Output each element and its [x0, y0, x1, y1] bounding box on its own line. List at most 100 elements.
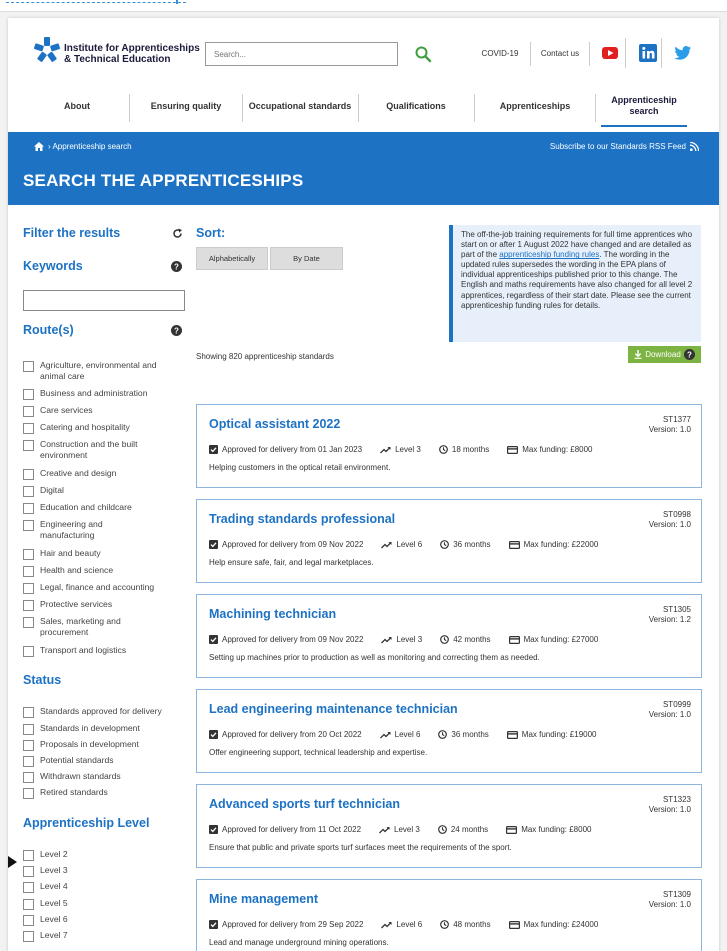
- apprenticeship-title[interactable]: Optical assistant 2022: [209, 417, 340, 431]
- apprenticeship-title[interactable]: Mine management: [209, 892, 318, 906]
- search-icon[interactable]: [414, 45, 432, 63]
- checkbox[interactable]: [23, 389, 34, 400]
- star-logo-icon[interactable]: [32, 36, 62, 64]
- nav-apprenticeships[interactable]: Apprenticeships: [480, 86, 590, 126]
- checkbox[interactable]: [23, 707, 34, 718]
- route-option[interactable]: Digital: [23, 485, 170, 497]
- route-option[interactable]: Construction and the built environment: [23, 439, 170, 461]
- apprenticeship-card[interactable]: Machining technician ST1305 Version: 1.2…: [196, 594, 702, 678]
- status-option[interactable]: Withdrawn standards: [23, 771, 170, 783]
- nav-apprenticeship-search[interactable]: Apprenticeship search: [601, 86, 687, 126]
- apprenticeship-card[interactable]: Advanced sports turf technician ST1323 V…: [196, 784, 702, 868]
- apprenticeship-card[interactable]: Lead engineering maintenance technician …: [196, 689, 702, 773]
- route-option[interactable]: Sales, marketing and procurement: [23, 616, 140, 638]
- rss-link[interactable]: Subscribe to our Standards RSS Feed: [550, 142, 699, 151]
- checkbox[interactable]: [23, 850, 34, 861]
- checkbox[interactable]: [23, 406, 34, 417]
- sort-alphabetically-button[interactable]: Alphabetically: [196, 247, 268, 270]
- keywords-input[interactable]: [23, 290, 185, 311]
- checkbox[interactable]: [23, 520, 34, 531]
- breadcrumb-current: › Apprenticeship search: [48, 142, 132, 151]
- apprenticeship-title[interactable]: Machining technician: [209, 607, 336, 621]
- route-option[interactable]: Catering and hospitality: [23, 422, 170, 434]
- level-option[interactable]: Level 3: [23, 865, 170, 877]
- route-option[interactable]: Engineering and manufacturing: [23, 519, 120, 541]
- nav-qualifications[interactable]: Qualifications: [364, 86, 468, 126]
- status-option[interactable]: Standards approved for delivery: [23, 706, 170, 718]
- checkbox[interactable]: [23, 486, 34, 497]
- duration-info: 42 months: [440, 635, 491, 644]
- funding-rules-link[interactable]: apprenticeship funding rules: [499, 250, 599, 259]
- youtube-icon[interactable]: [602, 46, 618, 60]
- standard-version: Version: 1.0: [648, 520, 691, 529]
- level-option[interactable]: Level 7: [23, 930, 170, 942]
- status-option[interactable]: Proposals in development: [23, 739, 170, 751]
- checkbox[interactable]: [23, 469, 34, 480]
- help-icon[interactable]: ?: [683, 349, 695, 360]
- status-option[interactable]: Standards in development: [23, 723, 170, 735]
- nav-occupational-standards[interactable]: Occupational standards: [248, 86, 352, 126]
- route-option[interactable]: Transport and logistics: [23, 645, 170, 657]
- status-option[interactable]: Potential standards: [23, 755, 170, 767]
- nav-about[interactable]: About: [30, 86, 124, 126]
- route-option[interactable]: Business and administration: [23, 388, 170, 400]
- page: Institute for Apprenticeships & Technica…: [8, 18, 719, 951]
- twitter-icon[interactable]: [674, 46, 692, 61]
- checkbox[interactable]: [23, 600, 34, 611]
- checkbox[interactable]: [23, 724, 34, 735]
- apprenticeship-title[interactable]: Trading standards professional: [209, 512, 395, 526]
- apprenticeship-title[interactable]: Advanced sports turf technician: [209, 797, 400, 811]
- help-icon[interactable]: ?: [171, 325, 182, 336]
- level-option[interactable]: Level 6: [23, 914, 170, 926]
- help-icon[interactable]: ?: [171, 261, 182, 272]
- checkbox[interactable]: [23, 440, 34, 451]
- checkbox[interactable]: [23, 866, 34, 877]
- checkbox[interactable]: [23, 566, 34, 577]
- linkedin-icon[interactable]: [639, 44, 657, 62]
- level-option[interactable]: Level 2: [23, 849, 170, 861]
- standard-reference: ST1323: [662, 795, 691, 804]
- home-icon[interactable]: [34, 142, 44, 151]
- route-option[interactable]: Hair and beauty: [23, 548, 170, 560]
- checkbox[interactable]: [23, 361, 34, 372]
- apprenticeship-card[interactable]: Trading standards professional ST0998 Ve…: [196, 499, 702, 583]
- refresh-icon[interactable]: [172, 228, 183, 239]
- contact-us-link[interactable]: Contact us: [530, 42, 590, 66]
- apprenticeship-card[interactable]: Mine management ST1309 Version: 1.0 Appr…: [196, 879, 702, 951]
- level-option[interactable]: Level 4: [23, 881, 170, 893]
- checkbox[interactable]: [23, 756, 34, 767]
- apprenticeship-title[interactable]: Lead engineering maintenance technician: [209, 702, 458, 716]
- route-option[interactable]: Creative and design: [23, 468, 170, 480]
- checkbox[interactable]: [23, 646, 34, 657]
- route-option[interactable]: Legal, finance and accounting: [23, 582, 170, 594]
- checkbox[interactable]: [23, 583, 34, 594]
- checkbox[interactable]: [23, 899, 34, 910]
- checkbox[interactable]: [23, 549, 34, 560]
- route-option[interactable]: Agriculture, environmental and animal ca…: [23, 360, 170, 382]
- nav-active-indicator: [601, 125, 687, 127]
- logo-text[interactable]: Institute for Apprenticeships & Technica…: [64, 43, 204, 65]
- checkbox[interactable]: [23, 772, 34, 783]
- route-option[interactable]: Care services: [23, 405, 170, 417]
- search-input[interactable]: [205, 42, 398, 66]
- level-option[interactable]: Level 5: [23, 898, 170, 910]
- checkbox[interactable]: [23, 423, 34, 434]
- checkbox[interactable]: [23, 931, 34, 942]
- route-option[interactable]: Health and science: [23, 565, 170, 577]
- checkbox[interactable]: [23, 882, 34, 893]
- checkbox[interactable]: [23, 788, 34, 799]
- level-label: Level 2: [40, 849, 68, 859]
- sort-by-date-button[interactable]: By Date: [270, 247, 343, 270]
- checkbox[interactable]: [23, 503, 34, 514]
- apprenticeship-card[interactable]: Optical assistant 2022 ST1377 Version: 1…: [196, 404, 702, 488]
- download-button[interactable]: Download ?: [628, 346, 701, 363]
- status-label: Standards in development: [40, 723, 140, 733]
- checkbox[interactable]: [23, 617, 34, 628]
- status-option[interactable]: Retired standards: [23, 787, 170, 799]
- route-option[interactable]: Protective services: [23, 599, 170, 611]
- checkbox[interactable]: [23, 740, 34, 751]
- route-option[interactable]: Education and childcare: [23, 502, 170, 514]
- nav-ensuring-quality[interactable]: Ensuring quality: [134, 86, 238, 126]
- checkbox[interactable]: [23, 915, 34, 926]
- covid-link[interactable]: COVID-19: [470, 42, 530, 66]
